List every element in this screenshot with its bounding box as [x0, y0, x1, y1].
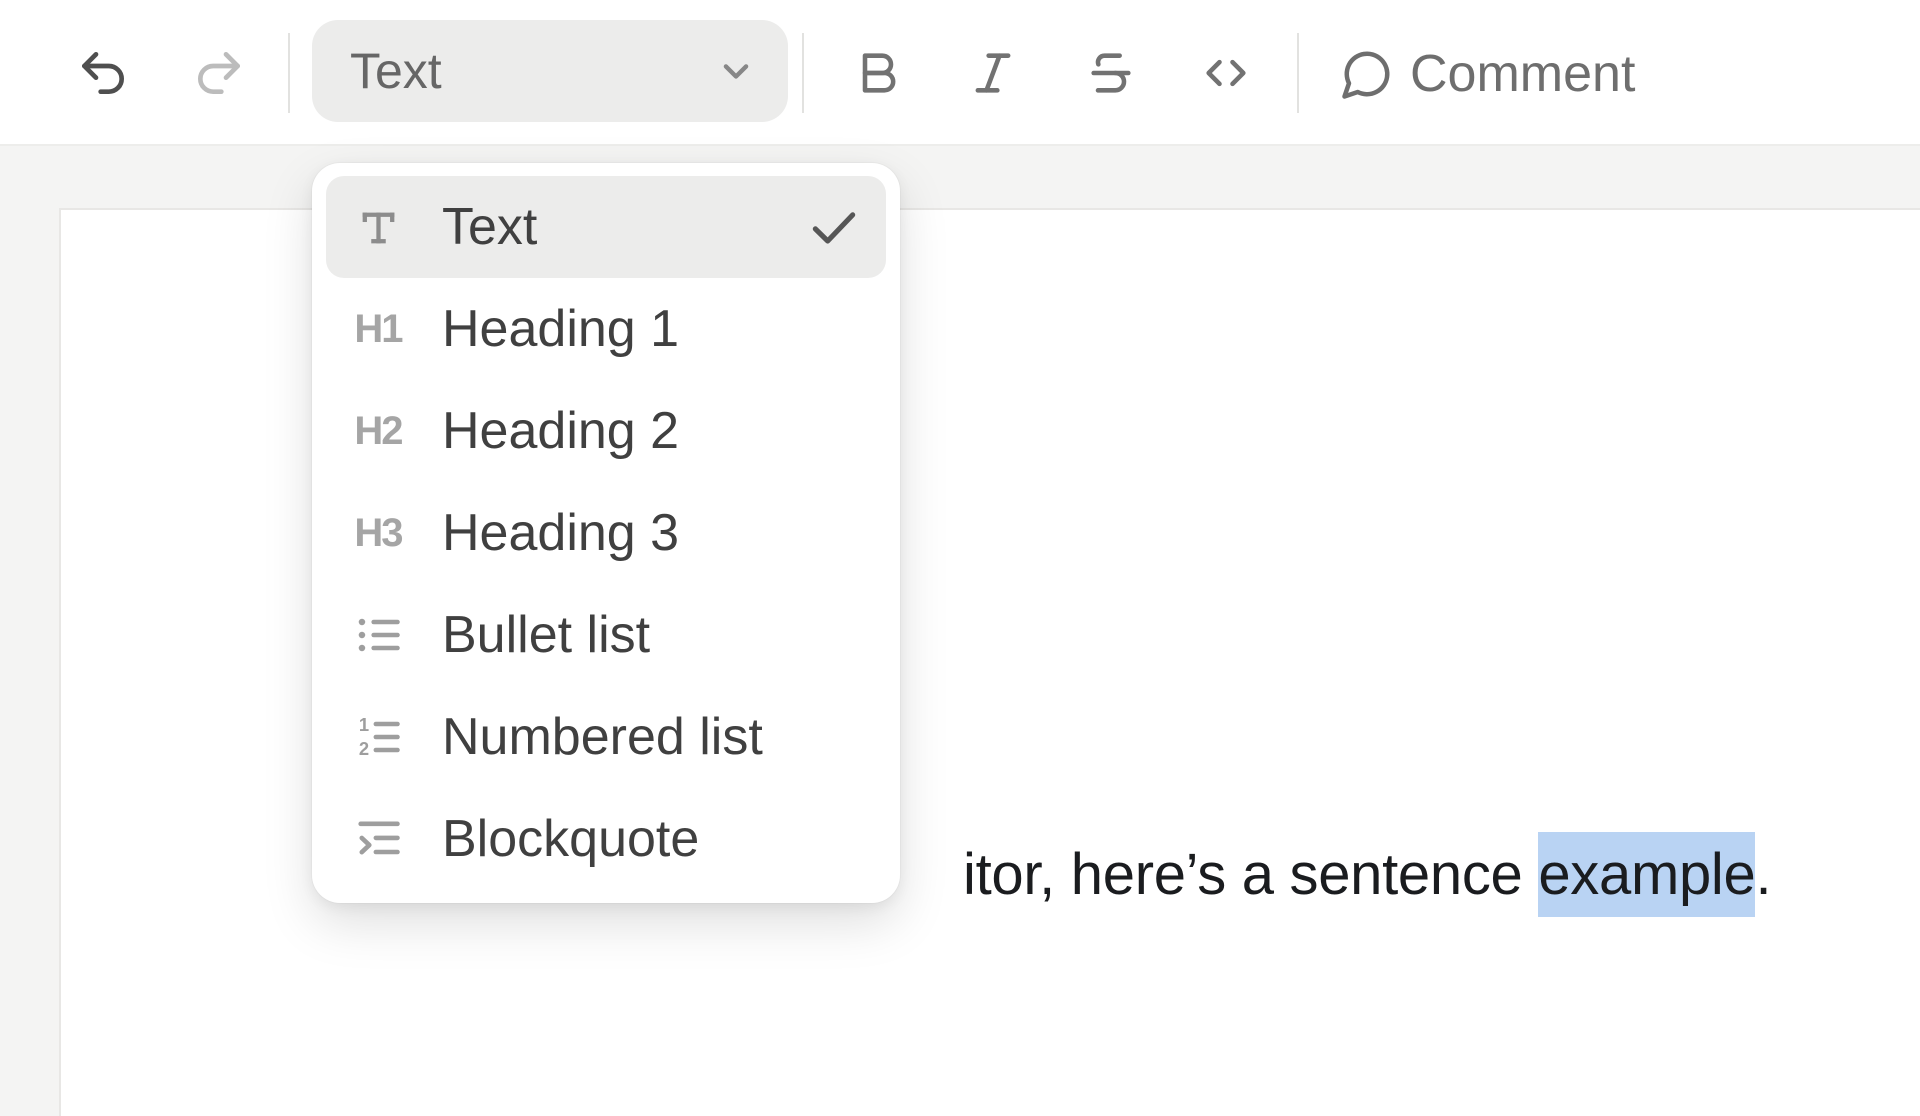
toolbar: Text	[0, 0, 1920, 146]
menu-item-label: Text	[442, 201, 537, 253]
menu-item-heading-3[interactable]: H3 Heading 3	[326, 482, 886, 584]
comment-button[interactable]: Comment	[1340, 30, 1635, 118]
toolbar-divider	[288, 33, 290, 113]
block-type-value: Text	[350, 46, 442, 96]
undo-arrow-icon	[75, 45, 131, 101]
menu-item-heading-2[interactable]: H2 Heading 2	[326, 380, 886, 482]
editor-paragraph[interactable]: itor, here’s a sentence example.	[963, 832, 1771, 918]
heading-2-icon: H2	[350, 411, 406, 451]
comment-button-label: Comment	[1410, 48, 1635, 100]
heading-1-icon: H1	[350, 309, 406, 349]
chevron-down-icon	[714, 49, 758, 93]
menu-item-numbered-list[interactable]: 1 2 Numbered list	[326, 686, 886, 788]
menu-item-label: Blockquote	[442, 813, 699, 865]
italic-button[interactable]	[965, 45, 1021, 101]
code-brackets-icon	[1200, 47, 1252, 99]
menu-item-label: Heading 2	[442, 405, 679, 457]
block-type-dropdown-button[interactable]: Text	[312, 20, 788, 122]
menu-item-label: Numbered list	[442, 711, 763, 763]
menu-item-label: Bullet list	[442, 609, 650, 661]
menu-item-bullet-list[interactable]: Bullet list	[326, 584, 886, 686]
checkmark-icon	[806, 199, 862, 255]
selected-text: example	[1538, 832, 1755, 917]
text-block-icon	[350, 204, 406, 251]
svg-text:2: 2	[359, 738, 369, 759]
redo-arrow-icon	[191, 45, 247, 101]
menu-item-heading-1[interactable]: H1 Heading 1	[326, 278, 886, 380]
menu-item-label: Heading 1	[442, 303, 679, 355]
bold-icon	[852, 47, 904, 99]
menu-item-label: Heading 3	[442, 507, 679, 559]
heading-3-icon: H3	[350, 513, 406, 553]
editor-app: Text	[0, 0, 1920, 1116]
paragraph-text: itor, here’s a sentence	[963, 842, 1538, 907]
undo-button[interactable]	[75, 45, 131, 101]
italic-icon	[967, 47, 1019, 99]
strikethrough-icon	[1085, 47, 1137, 99]
block-type-menu: Text H1 Heading 1 H2 Heading 2 H3 Headin…	[312, 163, 900, 903]
code-button[interactable]	[1198, 45, 1254, 101]
toolbar-divider	[802, 33, 804, 113]
strikethrough-button[interactable]	[1083, 45, 1139, 101]
blockquote-icon	[350, 813, 406, 865]
paragraph-text: .	[1755, 842, 1771, 907]
menu-item-blockquote[interactable]: Blockquote	[326, 788, 886, 890]
numbered-list-icon: 1 2	[350, 711, 406, 763]
bullet-list-icon	[350, 609, 406, 661]
toolbar-divider	[1297, 33, 1299, 113]
redo-button[interactable]	[191, 45, 247, 101]
bold-button[interactable]	[850, 45, 906, 101]
svg-text:1: 1	[359, 714, 369, 735]
speech-bubble-icon	[1340, 47, 1394, 101]
menu-item-text[interactable]: Text	[326, 176, 886, 278]
